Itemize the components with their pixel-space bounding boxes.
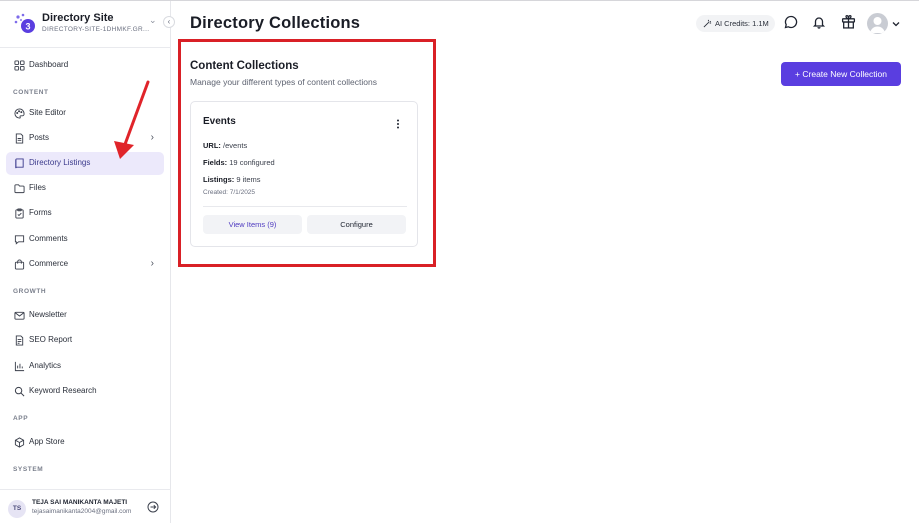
- document-icon: [15, 133, 24, 144]
- sidebar-divider: [0, 47, 171, 48]
- sidebar-item-label: SEO Report: [29, 335, 73, 344]
- magic-wand-icon: [703, 19, 712, 28]
- sidebar-item-label: Site Editor: [29, 108, 66, 117]
- section-content-label: CONTENT: [13, 89, 49, 96]
- sidebar-item-comments[interactable]: Comments: [6, 228, 164, 251]
- mail-icon: [14, 311, 25, 320]
- clipboard-icon: [15, 208, 24, 219]
- palette-icon: [14, 108, 25, 119]
- logout-icon[interactable]: [147, 501, 159, 513]
- package-icon: [14, 437, 25, 448]
- sidebar-item-commerce[interactable]: Commerce ›: [6, 253, 164, 276]
- sidebar-item-analytics[interactable]: Analytics: [6, 355, 164, 378]
- page-title: Directory Collections: [190, 14, 361, 32]
- user-email: tejasaimanikanta2004@gmail.com: [32, 508, 132, 515]
- sidebar-item-forms[interactable]: Forms: [6, 202, 164, 225]
- sidebar-item-app-store[interactable]: App Store: [6, 431, 164, 454]
- user-name: TEJA SAI MANIKANTA MAJETI: [32, 499, 128, 506]
- brand-logo-icon: 3: [14, 13, 35, 33]
- sidebar-item-files[interactable]: Files: [6, 177, 164, 200]
- sidebar-item-label: Commerce: [29, 259, 69, 268]
- sidebar-item-dashboard[interactable]: Dashboard: [6, 54, 164, 77]
- search-icon: [14, 386, 25, 397]
- bell-icon[interactable]: [812, 15, 826, 29]
- section-system-label: SYSTEM: [13, 466, 44, 473]
- sidebar-item-label: Directory Listings: [29, 158, 91, 167]
- user-avatar[interactable]: [867, 13, 888, 34]
- sidebar-item-label: Dashboard: [29, 60, 69, 69]
- svg-text:3: 3: [25, 22, 30, 32]
- sidebar-item-keyword-research[interactable]: Keyword Research: [6, 380, 164, 403]
- section-app-label: APP: [13, 415, 29, 422]
- create-new-collection-button[interactable]: + Create New Collection: [781, 62, 901, 86]
- user-profile-bar[interactable]: TS TEJA SAI MANIKANTA MAJETI tejasaimani…: [0, 489, 171, 523]
- sidebar-item-label: Files: [29, 183, 46, 192]
- chevron-right-icon[interactable]: ›: [151, 258, 154, 269]
- chevron-down-icon[interactable]: [891, 19, 901, 29]
- folder-icon: [14, 184, 25, 194]
- sidebar-item-label: Analytics: [29, 361, 62, 370]
- ai-credits-label: AI Credits: 1.1M: [715, 19, 769, 28]
- gift-icon[interactable]: [841, 14, 856, 29]
- chat-icon[interactable]: [784, 15, 798, 29]
- brand[interactable]: 3 Directory Site DIRECTORY-SITE-1DHMKF.G…: [13, 11, 163, 39]
- section-growth-label: GROWTH: [13, 288, 47, 295]
- user-avatar-icon: [870, 17, 885, 33]
- avatar: TS: [8, 500, 26, 518]
- sidebar-item-newsletter[interactable]: Newsletter: [6, 304, 164, 327]
- sidebar-item-label: Comments: [29, 234, 68, 243]
- brand-switch-icon[interactable]: ⌄: [149, 15, 157, 26]
- sidebar-item-label: App Store: [29, 437, 65, 446]
- report-icon: [15, 335, 24, 346]
- brand-name: Directory Site: [42, 12, 114, 24]
- dashboard-icon: [14, 60, 25, 71]
- comment-icon: [14, 235, 25, 245]
- sidebar-item-label: Posts: [29, 133, 50, 142]
- sidebar-item-seo-report[interactable]: SEO Report: [6, 329, 164, 352]
- brand-subtitle: DIRECTORY-SITE-1DHMKF.GR...: [42, 26, 150, 33]
- ai-credits-badge[interactable]: AI Credits: 1.1M: [696, 15, 775, 32]
- sidebar-item-label: Newsletter: [29, 310, 67, 319]
- collapse-sidebar-button[interactable]: ‹: [163, 16, 175, 28]
- annotation-arrow-icon: [114, 80, 150, 159]
- sidebar-item-label: Forms: [29, 208, 52, 217]
- highlight-box: [178, 39, 436, 267]
- sidebar-item-label: Keyword Research: [29, 386, 97, 395]
- book-icon: [15, 158, 24, 169]
- shopping-bag-icon: [14, 259, 25, 270]
- bar-chart-icon: [14, 361, 25, 372]
